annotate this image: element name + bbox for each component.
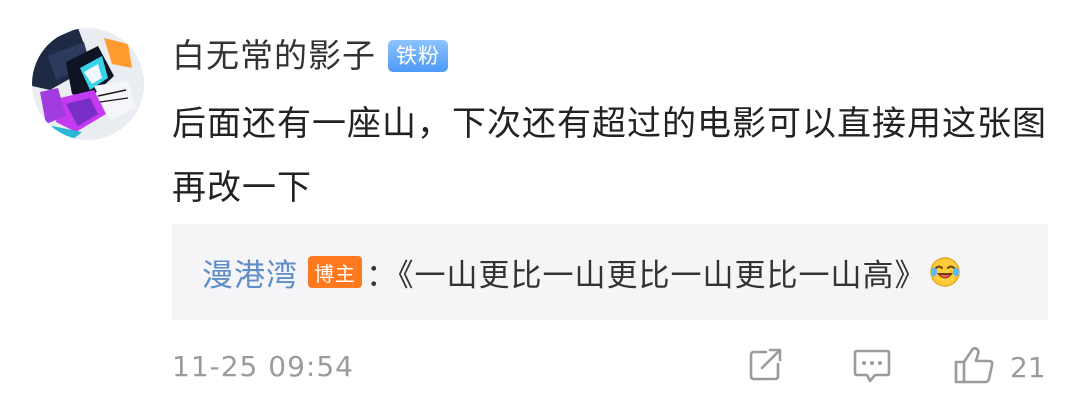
share-button[interactable] — [746, 348, 784, 386]
comment-card: 白无常的影子 铁粉 后面还有一座山，下次还有超过的电影可以直接用这张图再改一下 … — [0, 0, 1080, 406]
like-button[interactable]: 21 — [952, 345, 1046, 389]
thumbs-up-icon — [952, 345, 996, 389]
reply-text: ：《一山更比一山更比一山更比一山高》 — [366, 257, 927, 294]
laugh-cry-icon — [929, 256, 961, 288]
owner-badge: 博主 — [308, 256, 362, 288]
comment-header: 白无常的影子 铁粉 — [172, 32, 448, 80]
share-icon — [746, 346, 784, 388]
comment-icon — [852, 346, 892, 388]
username[interactable]: 白无常的影子 — [172, 32, 376, 80]
reply-preview[interactable]: 漫港湾 博主 ：《一山更比一山更比一山更比一山高》 — [172, 224, 1048, 320]
avatar[interactable] — [32, 28, 144, 140]
reply-author[interactable]: 漫港湾 — [202, 250, 298, 295]
comment-content: 后面还有一座山，下次还有超过的电影可以直接用这张图再改一下 — [172, 104, 1047, 208]
fan-badge: 铁粉 — [388, 40, 448, 72]
comment-footer: 11-25 09:54 21 — [172, 344, 1052, 390]
timestamp: 11-25 09:54 — [172, 350, 354, 383]
reply-button[interactable] — [852, 348, 892, 386]
like-count: 21 — [1010, 350, 1046, 384]
avatar-image — [32, 28, 144, 140]
